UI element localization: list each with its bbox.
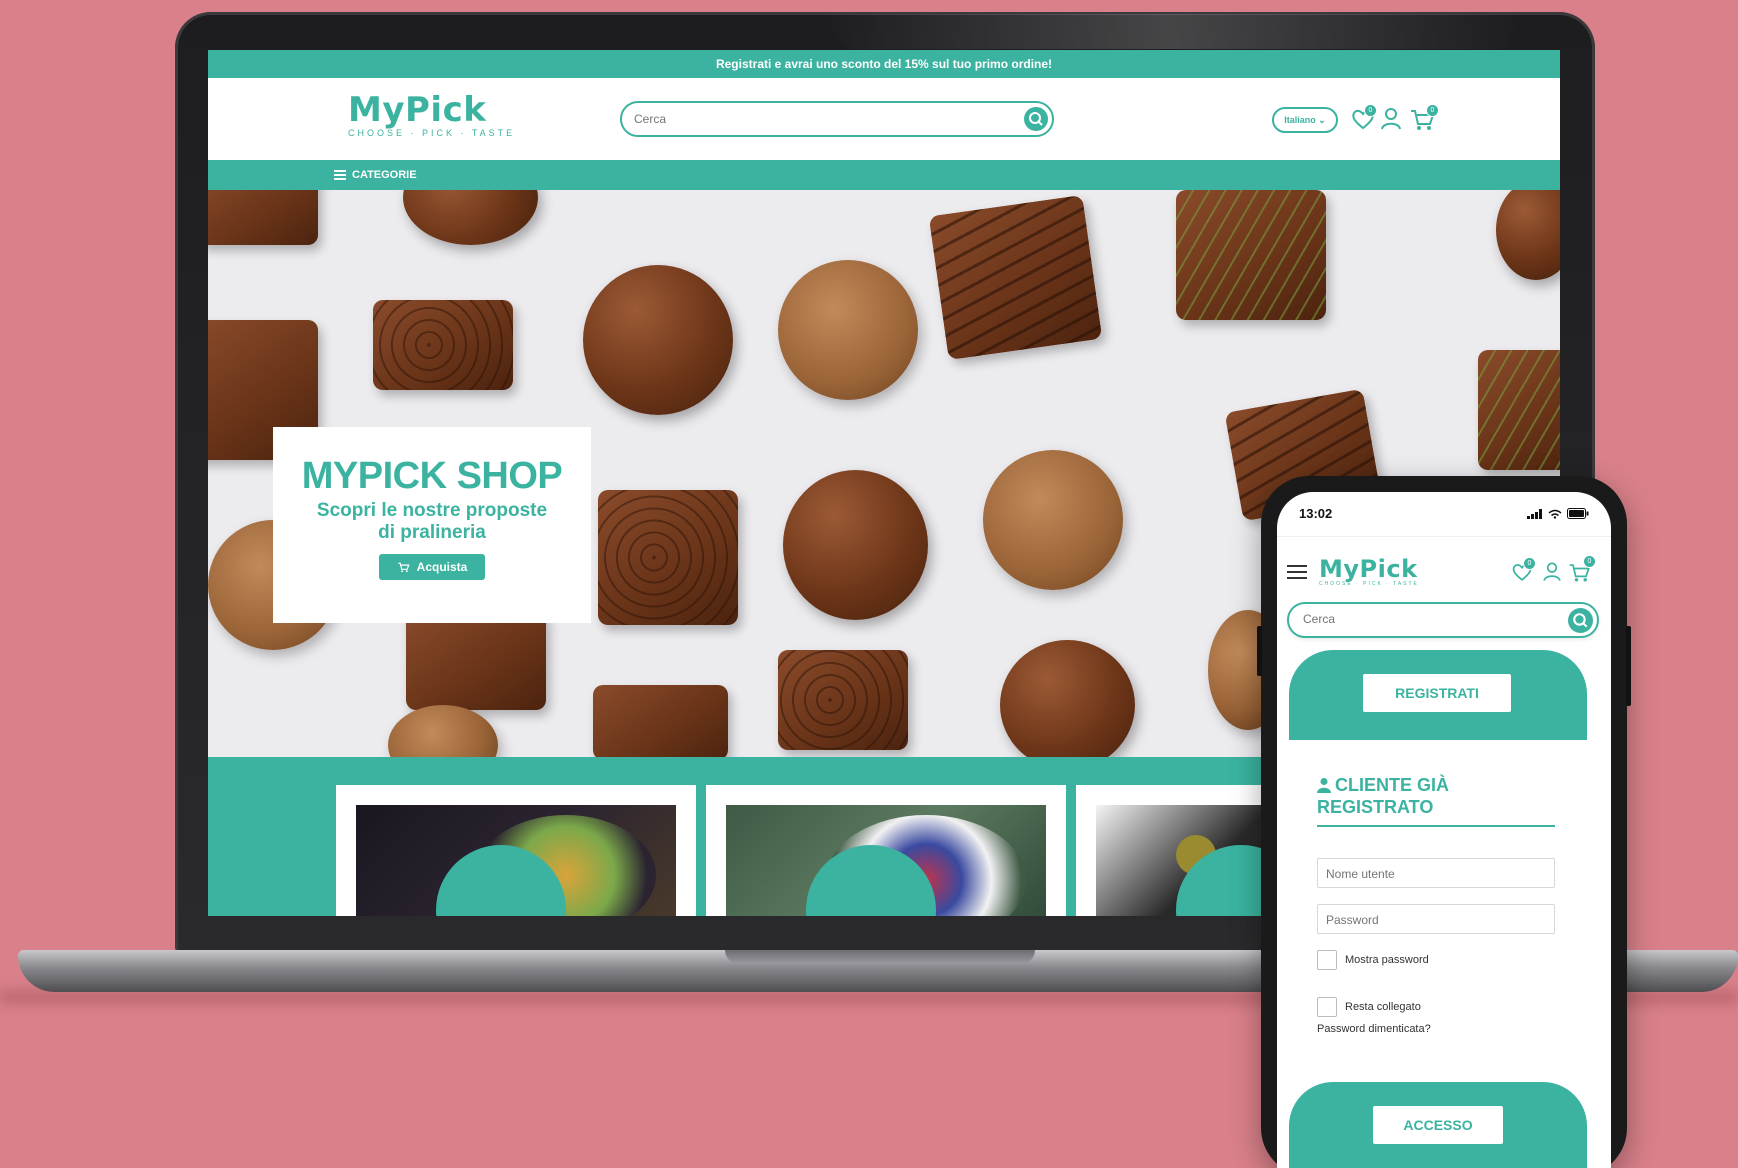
hero-chocolate bbox=[1000, 640, 1135, 757]
wishlist-button[interactable]: 0 bbox=[1509, 557, 1536, 585]
forgot-password-link[interactable]: Password dimenticata? bbox=[1317, 1023, 1431, 1035]
login-divider bbox=[1317, 825, 1555, 827]
hero-card: MYPICK SHOP Scopri le nostre proposte di… bbox=[273, 427, 591, 623]
hero-subtitle-line1: Scopri le nostre proposte bbox=[316, 500, 548, 521]
mobile-logo[interactable]: MyPick CHOOSE · PICK · TASTE bbox=[1319, 555, 1419, 587]
hero-chocolate bbox=[208, 190, 318, 245]
password-field bbox=[1317, 904, 1555, 934]
password-input[interactable] bbox=[1326, 913, 1546, 927]
login-title-line2: REGISTRATO bbox=[1317, 797, 1434, 817]
cart-badge: 0 bbox=[1583, 555, 1596, 568]
user-icon bbox=[1381, 108, 1401, 130]
logo-word: MyPick bbox=[348, 90, 487, 130]
mobile-screen: 13:02 MyPick CHOOSE · PICK · TASTE 0 0 C… bbox=[1277, 492, 1611, 1168]
hero-chocolate bbox=[778, 650, 908, 750]
stay-logged-label: Resta collegato bbox=[1345, 1001, 1421, 1013]
hero-chocolate bbox=[983, 450, 1123, 590]
account-button[interactable] bbox=[1376, 104, 1406, 134]
categories-menu[interactable]: CATEGORIE bbox=[334, 169, 417, 181]
hero-chocolate bbox=[598, 490, 738, 625]
search-bar bbox=[620, 101, 1054, 137]
account-button[interactable] bbox=[1539, 559, 1565, 585]
search-button[interactable] bbox=[1024, 107, 1048, 131]
cart-badge: 0 bbox=[1426, 104, 1439, 117]
search-icon bbox=[1029, 112, 1043, 126]
phone-frame: 13:02 MyPick CHOOSE · PICK · TASTE 0 0 C… bbox=[1257, 476, 1631, 1168]
cart-icon bbox=[398, 562, 410, 573]
stay-logged-checkbox[interactable] bbox=[1317, 997, 1337, 1017]
battery-icon bbox=[1567, 508, 1589, 519]
laptop-notch bbox=[725, 950, 1035, 964]
wishlist-badge: 0 bbox=[1523, 557, 1536, 570]
hero-chocolate bbox=[783, 470, 928, 620]
search-input[interactable] bbox=[634, 110, 1014, 128]
login-panel: ACCESSO bbox=[1289, 1082, 1587, 1168]
hero-chocolate bbox=[928, 194, 1103, 361]
logo-tagline: CHOOSE · PICK · TASTE bbox=[348, 128, 516, 138]
category-bar: CATEGORIE bbox=[208, 160, 1560, 190]
promo-banner[interactable]: Registrati e avrai uno sconto del 15% su… bbox=[208, 50, 1560, 78]
stay-logged-option[interactable]: Resta collegato bbox=[1317, 997, 1421, 1017]
hero-chocolate bbox=[593, 685, 728, 757]
show-password-checkbox[interactable] bbox=[1317, 950, 1337, 970]
cart-button[interactable]: 0 bbox=[1408, 104, 1439, 134]
hero-subtitle-line2: di pralineria bbox=[378, 522, 486, 543]
login-title-line1: CLIENTE GIÀ bbox=[1335, 775, 1450, 795]
product-card[interactable] bbox=[706, 785, 1066, 916]
laptop-glare bbox=[820, 14, 1520, 49]
show-password-label: Mostra password bbox=[1345, 954, 1429, 966]
categories-label: CATEGORIE bbox=[352, 169, 417, 181]
login-title: CLIENTE GIÀ REGISTRATO bbox=[1317, 774, 1449, 818]
menu-icon bbox=[334, 170, 346, 180]
hero-chocolate bbox=[1478, 350, 1560, 470]
hero-chocolate bbox=[403, 190, 538, 245]
language-selector[interactable]: Italiano ⌄ bbox=[1272, 107, 1338, 133]
status-icons bbox=[1527, 508, 1589, 519]
search-icon bbox=[1573, 613, 1588, 628]
hero-chocolate bbox=[373, 300, 513, 390]
logo-word: MyPick bbox=[1319, 555, 1418, 583]
phone-side-button bbox=[1257, 626, 1262, 676]
cart-button[interactable]: 0 bbox=[1567, 555, 1596, 585]
register-panel: REGISTRATI bbox=[1289, 650, 1587, 740]
status-time: 13:02 bbox=[1299, 506, 1333, 521]
hero-chocolate bbox=[388, 705, 498, 757]
person-icon bbox=[1317, 778, 1331, 793]
hamburger-menu-icon[interactable] bbox=[1287, 565, 1307, 581]
login-button[interactable]: ACCESSO bbox=[1373, 1106, 1503, 1144]
mobile-search-button[interactable] bbox=[1568, 608, 1593, 633]
hero-chocolate bbox=[583, 265, 733, 415]
logo-tagline: CHOOSE · PICK · TASTE bbox=[1319, 581, 1419, 587]
register-button[interactable]: REGISTRATI bbox=[1363, 674, 1511, 712]
user-icon bbox=[1543, 562, 1561, 582]
show-password-option[interactable]: Mostra password bbox=[1317, 950, 1429, 970]
hero-subtitle: Scopri le nostre proposte di pralineria bbox=[273, 500, 591, 544]
username-input[interactable] bbox=[1326, 867, 1546, 881]
hero-chocolate bbox=[778, 260, 918, 400]
signal-icon bbox=[1527, 508, 1542, 519]
site-header: MyPick CHOOSE · PICK · TASTE Italiano ⌄ … bbox=[208, 78, 1560, 160]
wifi-icon bbox=[1548, 509, 1562, 519]
shop-button-label: Acquista bbox=[416, 560, 468, 574]
mobile-search-bar bbox=[1287, 602, 1599, 638]
mobile-header: MyPick CHOOSE · PICK · TASTE 0 0 bbox=[1277, 536, 1611, 596]
shop-button[interactable]: Acquista bbox=[378, 554, 486, 580]
username-field bbox=[1317, 858, 1555, 888]
hero-chocolate bbox=[1496, 190, 1560, 280]
phone-side-button bbox=[1626, 626, 1631, 706]
wishlist-button[interactable]: 0 bbox=[1348, 104, 1378, 134]
logo[interactable]: MyPick CHOOSE · PICK · TASTE bbox=[348, 90, 515, 138]
hero-chocolate bbox=[1176, 190, 1326, 320]
hero-chocolate bbox=[406, 610, 546, 710]
hero-title: MYPICK SHOP bbox=[301, 455, 563, 497]
product-card[interactable] bbox=[336, 785, 696, 916]
mobile-search-input[interactable] bbox=[1303, 612, 1553, 626]
